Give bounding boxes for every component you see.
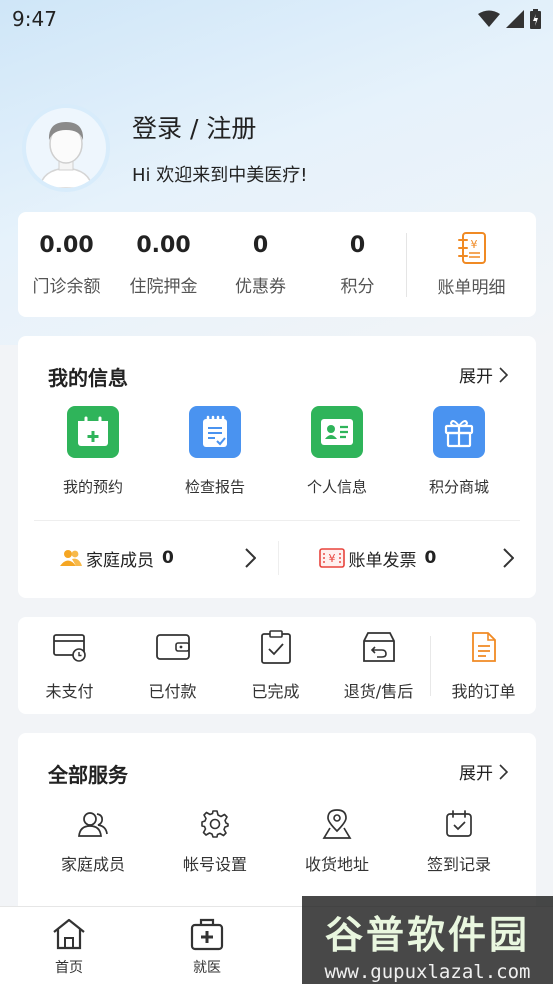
bill-invoice-row[interactable]: ¥ 账单发票 0 bbox=[279, 546, 537, 571]
wallet-icon bbox=[121, 630, 224, 664]
balance-deposit[interactable]: 0.00 住院押金 bbox=[115, 233, 212, 297]
service-label: 签到记录 bbox=[426, 855, 491, 874]
order-document-icon bbox=[431, 630, 536, 664]
signal-icon bbox=[506, 10, 524, 28]
balance-label: 门诊余额 bbox=[32, 276, 101, 297]
order-label: 退货/售后 bbox=[343, 681, 414, 701]
service-family-members[interactable]: 家庭成员 bbox=[32, 809, 154, 875]
exam-reports-item[interactable]: 检查报告 bbox=[154, 406, 276, 497]
home-icon bbox=[53, 918, 85, 950]
bill-invoice-count: 0 bbox=[424, 548, 437, 568]
report-clipboard-icon bbox=[189, 406, 241, 458]
status-icons bbox=[478, 9, 541, 29]
status-time: 9:47 bbox=[12, 7, 57, 31]
personal-info-item[interactable]: 个人信息 bbox=[276, 406, 398, 497]
family-members-row[interactable]: 家庭成员 0 bbox=[18, 546, 278, 571]
calendar-plus-icon bbox=[67, 406, 119, 458]
expand-label: 展开 bbox=[459, 764, 493, 784]
service-account-settings[interactable]: 帐号设置 bbox=[154, 809, 276, 875]
battery-icon bbox=[530, 9, 541, 29]
status-bar: 9:47 bbox=[0, 0, 553, 38]
my-info-card: 我的信息 展开 我的预约 检查报告 个人信息 积分商城 家庭成员 0 ¥ 账单发… bbox=[18, 336, 536, 598]
watermark-brand: 谷普软件园 bbox=[324, 913, 530, 957]
all-services-card: 全部服务 展开 家庭成员 帐号设置 收货地址 签到记录 bbox=[18, 733, 536, 913]
users-icon bbox=[32, 809, 154, 839]
my-orders-button[interactable]: 我的订单 bbox=[431, 630, 536, 702]
service-label: 收货地址 bbox=[304, 855, 369, 874]
family-users-icon bbox=[60, 550, 82, 566]
order-label: 我的订单 bbox=[451, 681, 516, 701]
item-label: 我的预约 bbox=[62, 478, 123, 496]
expand-label: 展开 bbox=[459, 367, 493, 387]
bill-detail-button[interactable]: ¥ 账单明细 bbox=[407, 231, 536, 298]
service-checkin-records[interactable]: 签到记录 bbox=[398, 809, 520, 875]
order-unpaid[interactable]: 未支付 bbox=[18, 630, 121, 702]
bill-ledger-icon: ¥ bbox=[457, 232, 486, 264]
chevron-right-icon bbox=[499, 763, 508, 780]
balance-coupons[interactable]: 0 优惠券 bbox=[212, 233, 309, 297]
my-info-title: 我的信息 bbox=[48, 366, 128, 390]
order-returns[interactable]: 退货/售后 bbox=[327, 630, 430, 702]
location-pin-icon bbox=[276, 809, 398, 839]
tab-label: 首页 bbox=[55, 960, 83, 976]
svg-text:¥: ¥ bbox=[328, 552, 335, 565]
gear-icon bbox=[154, 809, 276, 839]
svg-text:¥: ¥ bbox=[470, 238, 477, 251]
invoice-icon: ¥ bbox=[318, 548, 345, 568]
balance-card: 0.00 门诊余额 0.00 住院押金 0 优惠券 0 积分 ¥ 账单明细 bbox=[18, 212, 536, 317]
tab-label: 就医 bbox=[193, 960, 221, 976]
order-paid[interactable]: 已付款 bbox=[121, 630, 224, 702]
tab-home[interactable]: 首页 bbox=[0, 907, 138, 984]
my-appointments-item[interactable]: 我的预约 bbox=[32, 406, 154, 497]
order-label: 未支付 bbox=[45, 681, 94, 701]
order-label: 已完成 bbox=[251, 681, 300, 701]
order-label: 已付款 bbox=[148, 681, 197, 701]
service-label: 帐号设置 bbox=[182, 855, 247, 874]
service-shipping-address[interactable]: 收货地址 bbox=[276, 809, 398, 875]
balance-value: 0 bbox=[252, 232, 269, 258]
all-services-title: 全部服务 bbox=[48, 763, 128, 787]
all-services-expand-button[interactable]: 展开 bbox=[459, 759, 508, 784]
family-members-label: 家庭成员 bbox=[86, 550, 154, 571]
service-label: 家庭成员 bbox=[60, 855, 125, 874]
item-label: 积分商城 bbox=[428, 478, 489, 496]
profile-header[interactable]: 登录 / 注册 Hi 欢迎来到中美医疗! bbox=[22, 104, 307, 192]
item-label: 检查报告 bbox=[184, 478, 245, 496]
bill-detail-label: 账单明细 bbox=[437, 278, 506, 298]
balance-points[interactable]: 0 积分 bbox=[309, 233, 406, 297]
id-card-icon bbox=[311, 406, 363, 458]
watermark-url: www.gupuxlazal.com bbox=[324, 961, 531, 983]
avatar-person-icon bbox=[39, 122, 93, 188]
gift-icon bbox=[433, 406, 485, 458]
my-info-expand-button[interactable]: 展开 bbox=[459, 362, 508, 387]
balance-value: 0.00 bbox=[136, 232, 191, 258]
order-completed[interactable]: 已完成 bbox=[224, 629, 327, 702]
login-register-link[interactable]: 登录 / 注册 bbox=[132, 109, 307, 145]
calendar-check-icon bbox=[398, 809, 520, 839]
balance-outpatient[interactable]: 0.00 门诊余额 bbox=[18, 233, 115, 297]
welcome-text: Hi 欢迎来到中美医疗! bbox=[132, 165, 308, 186]
clipboard-check-icon bbox=[224, 629, 327, 664]
wifi-icon bbox=[478, 10, 500, 27]
divider bbox=[34, 520, 520, 521]
avatar[interactable] bbox=[22, 104, 110, 192]
balance-value: 0 bbox=[349, 232, 366, 258]
balance-value: 0.00 bbox=[39, 232, 94, 258]
orders-card: 未支付 已付款 已完成 退货/售后 我的订单 bbox=[18, 617, 536, 714]
chevron-right-icon bbox=[499, 366, 508, 383]
balance-label: 优惠券 bbox=[235, 276, 286, 297]
family-members-count: 0 bbox=[162, 548, 174, 568]
balance-label: 住院押金 bbox=[129, 276, 198, 297]
chevron-right-icon bbox=[244, 548, 256, 568]
medical-kit-icon bbox=[190, 918, 224, 951]
bill-invoice-label: 账单发票 bbox=[348, 550, 417, 571]
tab-medical[interactable]: 就医 bbox=[138, 907, 276, 984]
item-label: 个人信息 bbox=[306, 478, 367, 496]
balance-label: 积分 bbox=[340, 276, 375, 297]
unpaid-card-icon bbox=[18, 630, 121, 664]
return-box-icon bbox=[327, 630, 430, 664]
points-mall-item[interactable]: 积分商城 bbox=[398, 406, 520, 497]
chevron-right-icon bbox=[503, 548, 514, 568]
watermark: 谷普软件园 www.gupuxlazal.com bbox=[302, 896, 553, 984]
